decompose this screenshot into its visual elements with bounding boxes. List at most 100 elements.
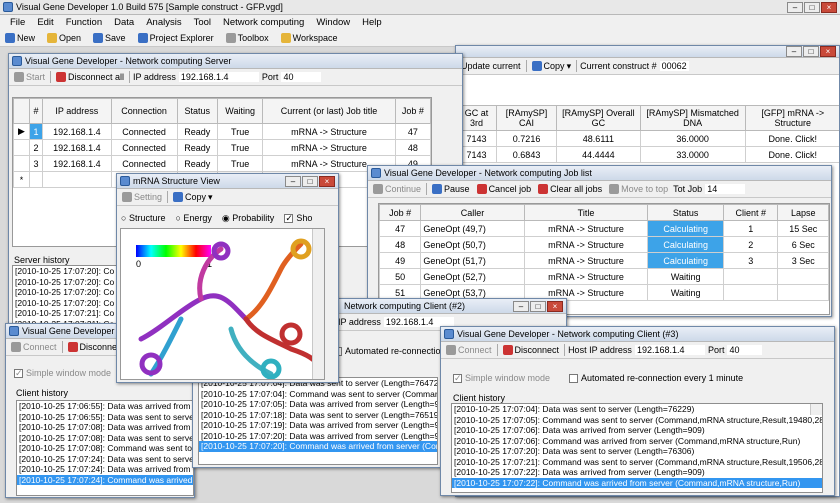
probability-radio[interactable]: ◉ Probability [222, 213, 274, 224]
table-row[interactable]: 47 GeneOpt (49,7) mRNA -> Structure Calcula… [379, 220, 829, 237]
mrna-titlebar: mRNA Structure View – □ × [117, 174, 338, 189]
table-row[interactable]: 50 GeneOpt (52,7) mRNA -> Structure Waiting [379, 268, 829, 285]
copy-button[interactable]: Copy ▾ [530, 60, 574, 73]
list-item[interactable]: [2010-10-25 17:07:04]: Data was sent to … [452, 404, 822, 415]
scrollbar[interactable] [312, 229, 324, 379]
clear-all-jobs-button[interactable]: Clear all jobs [536, 183, 604, 195]
list-item[interactable]: [2010-10-25 17:07:06]: Command was arriv… [452, 436, 822, 447]
ip-address-field[interactable]: 192.168.1.4 [178, 72, 259, 82]
menu-edit[interactable]: Edit [37, 17, 53, 28]
port-field[interactable]: 40 [281, 72, 322, 82]
list-item[interactable]: [2010-10-25 17:07:04]: Command was sent … [199, 389, 437, 400]
simple-window-mode-checkbox[interactable]: Simple window mode [14, 368, 111, 379]
maximize-icon[interactable]: □ [302, 175, 318, 187]
table-row[interactable]: 7143 0.6843 44.4444 33.0000 Done. Click! [456, 146, 839, 163]
table-cell: Calculating [647, 236, 725, 253]
list-item[interactable]: [2010-10-25 17:07:06]: Data was arrived … [452, 425, 822, 436]
list-item[interactable]: [2010-10-25 17:07:21]: Command was sent … [452, 457, 822, 468]
cancel-job-button[interactable]: Cancel job [475, 183, 534, 195]
table-cell: 0.7216 [495, 130, 558, 147]
list-item[interactable]: [2010-10-25 17:07:22]: Data was arrived … [452, 467, 822, 478]
client3-titlebar: Visual Gene Developer - Network computin… [441, 327, 834, 342]
project-icon [137, 33, 148, 43]
menu-file[interactable]: File [10, 17, 25, 28]
list-item[interactable]: [2010-10-25 17:06:55]: Data was sent to … [17, 412, 193, 423]
client3-history-list[interactable]: [2010-10-25 17:07:04]: Data was sent to … [451, 403, 823, 493]
save-button[interactable]: Save [91, 32, 128, 44]
workspace-button[interactable]: Workspace [279, 32, 340, 44]
energy-radio[interactable]: ○ Energy [175, 213, 211, 224]
disconnect-button[interactable]: Disconne [66, 341, 120, 353]
open-button[interactable]: Open [45, 32, 83, 44]
list-item[interactable]: [2010-10-25 17:07:08]: Data was sent to … [17, 433, 193, 444]
table-cell: 49 [379, 252, 422, 269]
disconnect-all-button[interactable]: Disconnect all [54, 71, 126, 83]
pause-button[interactable]: Pause [430, 183, 472, 195]
list-item[interactable]: [2010-10-25 17:07:18]: Data was sent to … [199, 410, 437, 421]
disconnect-button[interactable]: Disconnect [501, 344, 562, 356]
table-cell: 33.0000 [639, 146, 746, 163]
list-item[interactable]: [2010-10-25 17:07:20]: Data was sent to … [452, 446, 822, 457]
list-item[interactable]: [2010-10-25 17:07:05]: Data was arrived … [199, 399, 437, 410]
menu-function[interactable]: Function [66, 17, 102, 28]
joblist-titlebar: Visual Gene Developer - Network computin… [368, 166, 831, 181]
continue-button[interactable]: Continue [371, 183, 423, 195]
list-item[interactable]: [2010-10-25 17:07:08]: Data was arrived … [17, 422, 193, 433]
port-field[interactable]: 40 [727, 345, 763, 355]
connect-button[interactable]: Connect [9, 341, 59, 353]
minimize-icon[interactable]: – [285, 175, 301, 187]
menu-data[interactable]: Data [114, 17, 134, 28]
table-row[interactable]: 7143 0.7216 48.6111 36.0000 Done. Click! [456, 130, 839, 147]
start-button[interactable]: Start [12, 71, 47, 83]
setting-button[interactable]: Setting [120, 191, 164, 203]
column-header: Client # [723, 204, 779, 221]
maximize-icon[interactable]: □ [530, 300, 546, 312]
update-current-button[interactable]: Update current [459, 60, 523, 72]
list-item[interactable]: [2010-10-25 17:07:20]: Data was arrived … [199, 431, 437, 442]
host-ip-field[interactable]: 192.168.1.4 [634, 345, 705, 355]
project-explorer-button[interactable]: Project Explorer [136, 32, 216, 44]
list-item[interactable]: [2010-10-25 17:07:22]: Command was arriv… [452, 477, 822, 488]
menu-analysis[interactable]: Analysis [146, 17, 181, 28]
copy-button[interactable]: Copy ▾ [171, 191, 215, 204]
maximize-icon[interactable]: □ [803, 46, 819, 57]
minimize-icon[interactable]: – [787, 1, 803, 13]
list-item[interactable]: [2010-10-25 17:07:08]: Command was sent … [17, 443, 193, 454]
table-row[interactable]: ▶ 1 192.168.1.4 Connected Ready True mRNA -> S… [13, 123, 432, 140]
menu-window[interactable]: Window [316, 17, 350, 28]
new-button[interactable]: New [3, 32, 37, 44]
minimize-icon[interactable]: – [513, 300, 529, 312]
list-item[interactable]: [2010-10-25 17:07:19]: Data was arrived … [199, 420, 437, 431]
list-item[interactable]: [2010-10-25 17:07:24]: Data was sent to … [17, 454, 193, 465]
table-row[interactable]: 2 192.168.1.4 Connected Ready True mRNA -> St… [13, 139, 432, 156]
menu-tool[interactable]: Tool [194, 17, 211, 28]
client1-history-list[interactable]: [2010-10-25 17:06:55]: Data was arrived … [16, 400, 194, 496]
menu-help[interactable]: Help [362, 17, 382, 28]
close-icon[interactable]: × [547, 300, 563, 312]
list-item[interactable]: [2010-10-25 17:07:24]: Data was arrived … [17, 464, 193, 475]
simple-window-mode-checkbox[interactable]: Simple window mode [453, 373, 550, 384]
client2-history-list[interactable]: [2010-10-25 17:07:04]: Data was sent to … [198, 377, 438, 465]
table-row[interactable]: 48 GeneOpt (50,7) mRNA -> Structure Calcula… [379, 236, 829, 253]
total-job-value: 14 [705, 184, 746, 194]
table-cell: mRNA -> Structure [523, 268, 649, 285]
list-item[interactable]: [2010-10-25 17:07:05]: Command was sent … [452, 415, 822, 426]
list-item[interactable]: [2010-10-25 17:06:55]: Data was arrived … [17, 401, 193, 412]
structure-radio[interactable]: ○ Structure [121, 213, 165, 224]
structure-canvas[interactable]: 0 1 [120, 228, 325, 380]
menu-network-computing[interactable]: Network computing [223, 17, 304, 28]
table-row[interactable]: 49 GeneOpt (51,7) mRNA -> Structure Calcula… [379, 252, 829, 269]
close-icon[interactable]: × [820, 46, 836, 57]
minimize-icon[interactable]: – [786, 46, 802, 57]
list-item[interactable]: [2010-10-25 17:07:24]: Command was arriv… [17, 474, 193, 485]
list-item[interactable]: [2010-10-25 17:07:20]: Command was arriv… [199, 441, 437, 452]
toolbox-button[interactable]: Toolbox [224, 32, 271, 44]
maximize-icon[interactable]: □ [804, 1, 820, 13]
scrollbar[interactable] [810, 404, 822, 415]
reconnect-checkbox[interactable]: Automated re-connection every 1 minute [569, 373, 743, 384]
close-icon[interactable]: × [821, 1, 837, 13]
connect-button[interactable]: Connect [444, 344, 494, 356]
move-to-top-button[interactable]: Move to top [607, 183, 670, 195]
show-checkbox[interactable]: Sho [284, 213, 312, 224]
close-icon[interactable]: × [319, 175, 335, 187]
